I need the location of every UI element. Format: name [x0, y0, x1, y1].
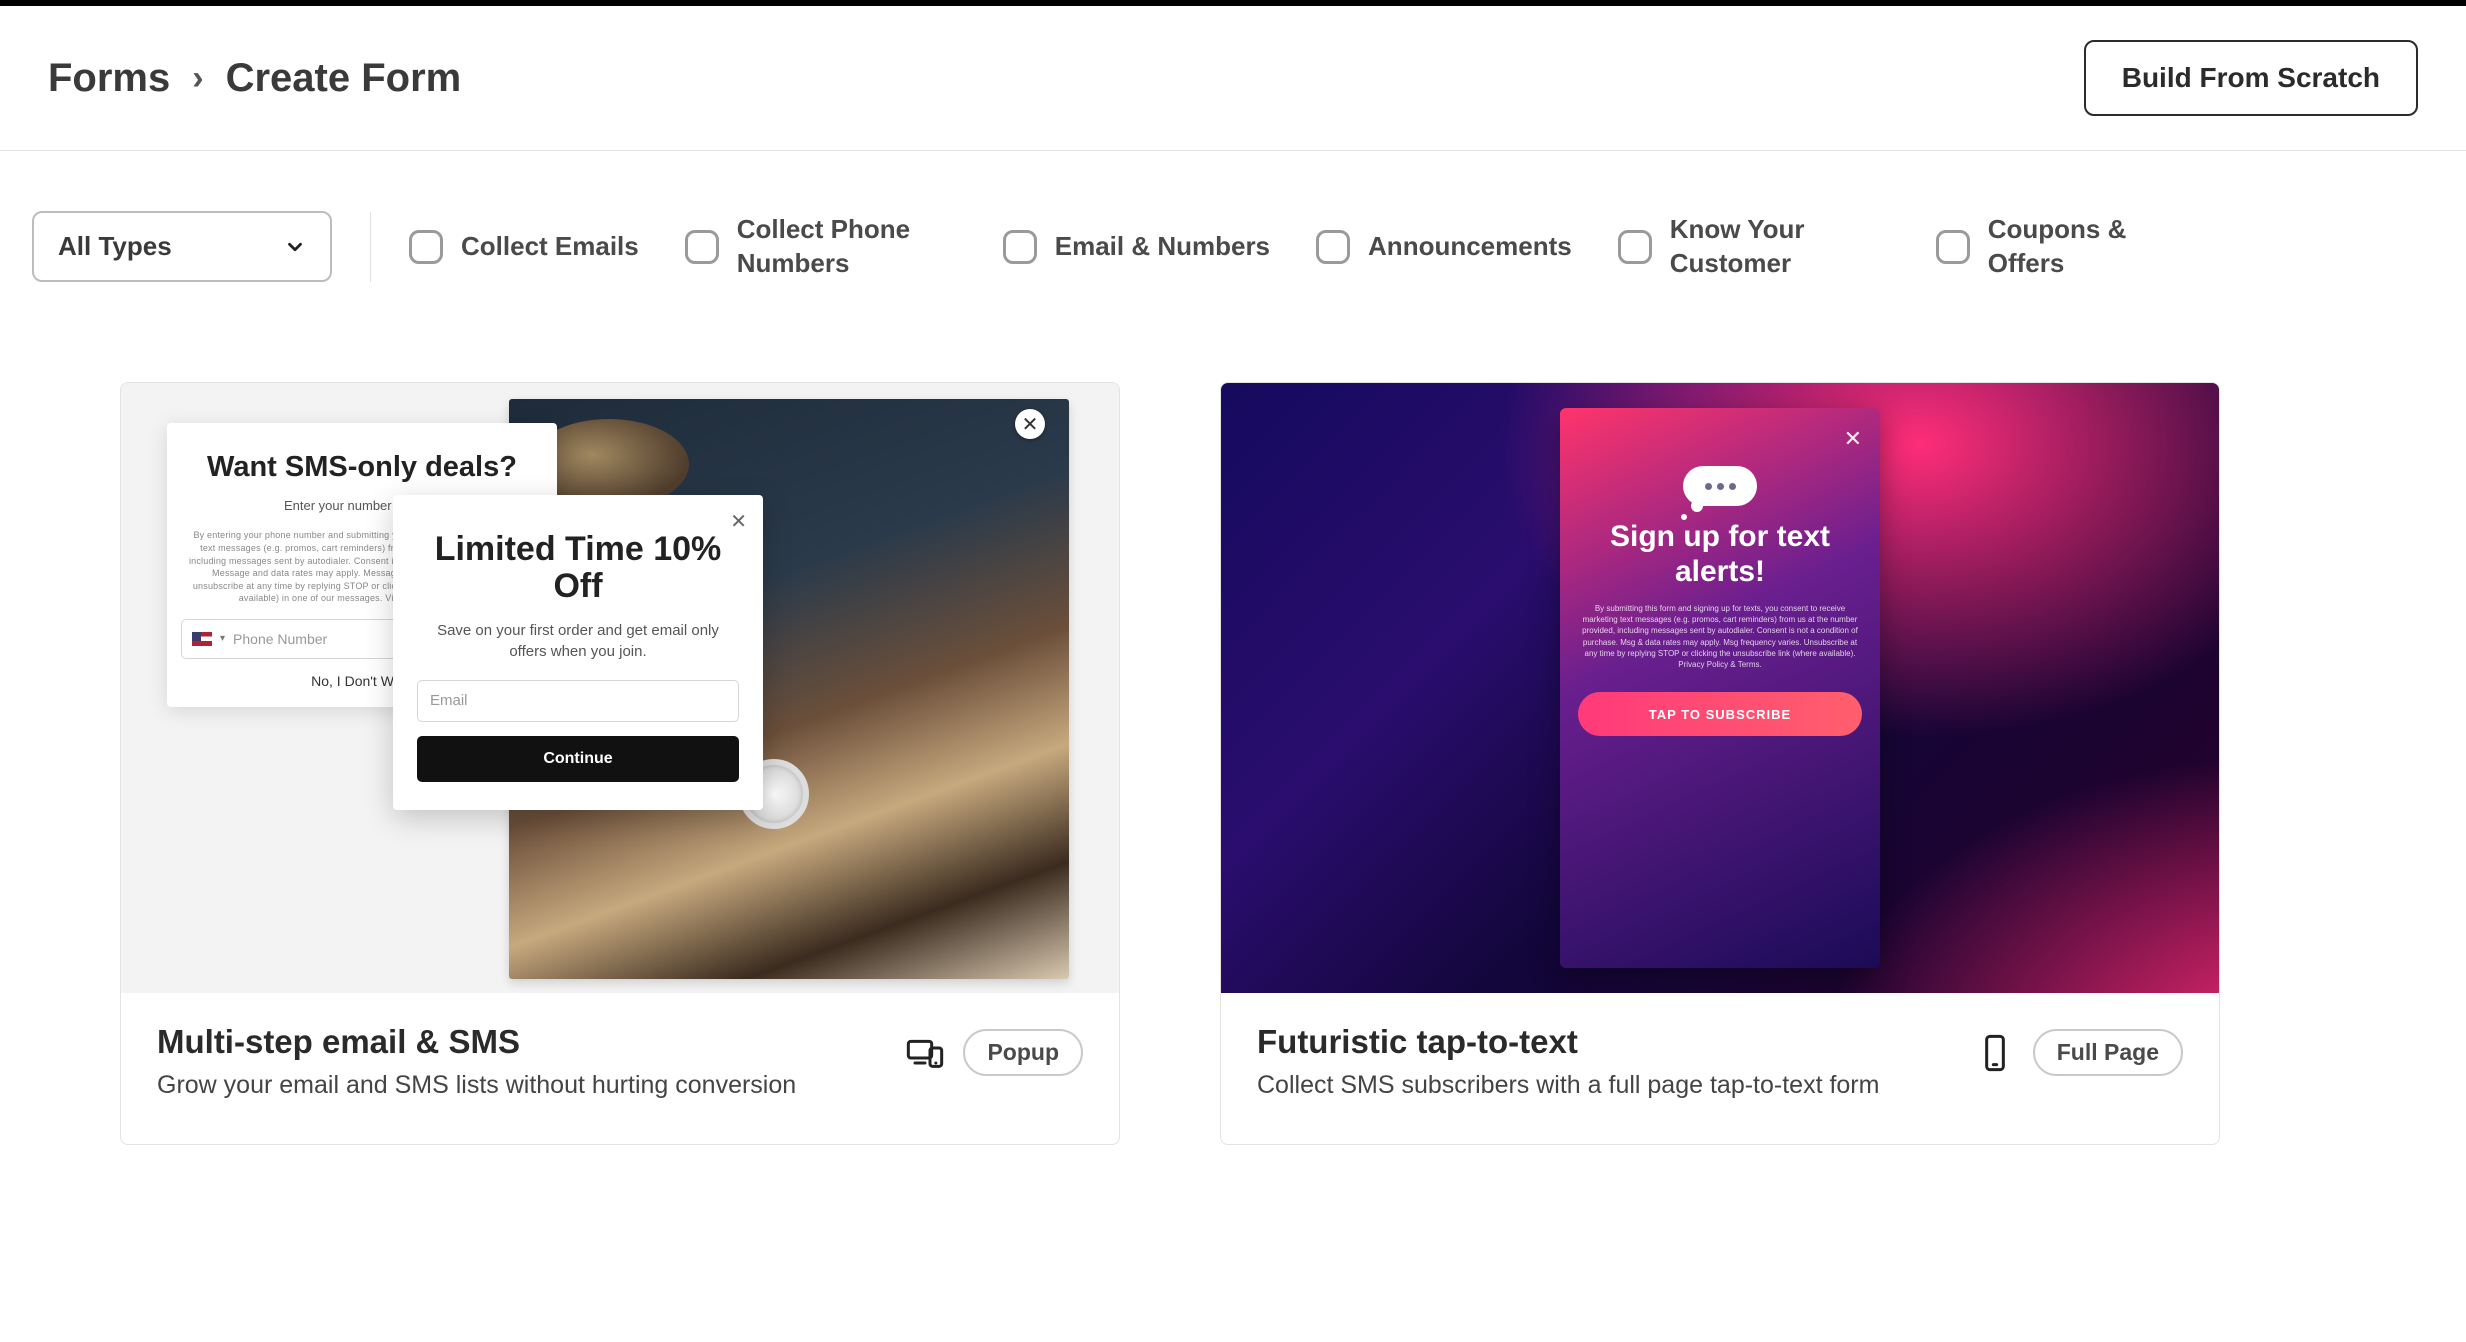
- devices-icon: [905, 1033, 945, 1073]
- filter-label: Collect Emails: [461, 230, 639, 264]
- checkbox-icon[interactable]: [409, 230, 443, 264]
- filter-label: Collect Phone Numbers: [737, 213, 957, 281]
- preview-heading: Want SMS-only deals?: [181, 451, 543, 484]
- template-meta: Popup: [905, 1023, 1083, 1076]
- filter-label: Know Your Customer: [1670, 213, 1890, 281]
- checkbox-icon[interactable]: [1316, 230, 1350, 264]
- filter-label: Coupons & Offers: [1988, 213, 2208, 281]
- template-card-body: Futuristic tap-to-text Collect SMS subsc…: [1221, 993, 2219, 1144]
- close-icon: ✕: [1844, 426, 1862, 452]
- preview-fineprint: By submitting this form and signing up f…: [1578, 603, 1862, 670]
- filter-collect-emails[interactable]: Collect Emails: [409, 230, 639, 264]
- preview-subtext: Save on your first order and get email o…: [417, 620, 739, 662]
- caret-down-icon: ▾: [220, 633, 225, 644]
- chevron-down-icon: [284, 236, 306, 258]
- filter-collect-phone-numbers[interactable]: Collect Phone Numbers: [685, 213, 957, 281]
- preview-continue-button: Continue: [417, 736, 739, 782]
- filter-email-and-numbers[interactable]: Email & Numbers: [1003, 230, 1270, 264]
- filter-label: Email & Numbers: [1055, 230, 1270, 264]
- vertical-separator: [370, 212, 371, 282]
- template-description: Grow your email and SMS lists without hu…: [157, 1071, 796, 1100]
- filter-announcements[interactable]: Announcements: [1316, 230, 1572, 264]
- checkbox-icon[interactable]: [685, 230, 719, 264]
- email-placeholder: Email: [430, 692, 468, 709]
- breadcrumb: Forms › Create Form: [48, 56, 461, 101]
- type-dropdown-label: All Types: [58, 231, 172, 262]
- template-description: Collect SMS subscribers with a full page…: [1257, 1071, 1879, 1100]
- preview-cta-button: TAP TO SUBSCRIBE: [1578, 692, 1862, 736]
- template-preview: ✕ Want SMS-only deals? Enter your number…: [121, 383, 1119, 993]
- template-card-multi-step-email-sms[interactable]: ✕ Want SMS-only deals? Enter your number…: [120, 382, 1120, 1145]
- filter-coupons-offers[interactable]: Coupons & Offers: [1936, 213, 2208, 281]
- preview-heading: Limited Time 10% Off: [417, 531, 739, 606]
- phone-placeholder: Phone Number: [233, 631, 327, 647]
- template-title: Multi-step email & SMS: [157, 1023, 796, 1061]
- preview-email-popup: ✕ Limited Time 10% Off Save on your firs…: [393, 495, 763, 810]
- filters-row: All Types Collect Emails Collect Phone N…: [0, 151, 2466, 302]
- mobile-icon: [1975, 1033, 2015, 1073]
- template-card-body: Multi-step email & SMS Grow your email a…: [121, 993, 1119, 1144]
- template-type-badge: Popup: [963, 1029, 1083, 1076]
- preview-heading: Sign up for text alerts!: [1578, 520, 1862, 589]
- checkbox-icon[interactable]: [1618, 230, 1652, 264]
- us-flag-icon: [192, 632, 212, 646]
- template-title: Futuristic tap-to-text: [1257, 1023, 1879, 1061]
- filter-label: Announcements: [1368, 230, 1572, 264]
- filter-know-your-customer[interactable]: Know Your Customer: [1618, 213, 1890, 281]
- template-card-futuristic-tap-to-text[interactable]: ✕ Sign up for text alerts! By submitting…: [1220, 382, 2220, 1145]
- type-dropdown[interactable]: All Types: [32, 211, 332, 282]
- checkbox-icon[interactable]: [1003, 230, 1037, 264]
- chevron-right-icon: ›: [192, 59, 203, 98]
- breadcrumb-current: Create Form: [226, 56, 462, 101]
- template-type-badge: Full Page: [2033, 1029, 2183, 1076]
- filter-checkbox-list: Collect Emails Collect Phone Numbers Ema…: [409, 213, 2434, 281]
- chat-bubble-icon: [1683, 466, 1757, 506]
- build-from-scratch-button[interactable]: Build From Scratch: [2084, 40, 2418, 116]
- breadcrumb-root[interactable]: Forms: [48, 56, 170, 101]
- template-meta: Full Page: [1975, 1023, 2183, 1076]
- template-card-grid: ✕ Want SMS-only deals? Enter your number…: [0, 302, 2466, 1225]
- checkbox-icon[interactable]: [1936, 230, 1970, 264]
- preview-mobile-screen: ✕ Sign up for text alerts! By submitting…: [1560, 408, 1880, 968]
- page-header: Forms › Create Form Build From Scratch: [0, 6, 2466, 151]
- close-icon: ✕: [730, 509, 747, 534]
- template-preview: ✕ Sign up for text alerts! By submitting…: [1221, 383, 2219, 993]
- close-icon: ✕: [1015, 409, 1045, 439]
- preview-email-input: Email: [417, 680, 739, 722]
